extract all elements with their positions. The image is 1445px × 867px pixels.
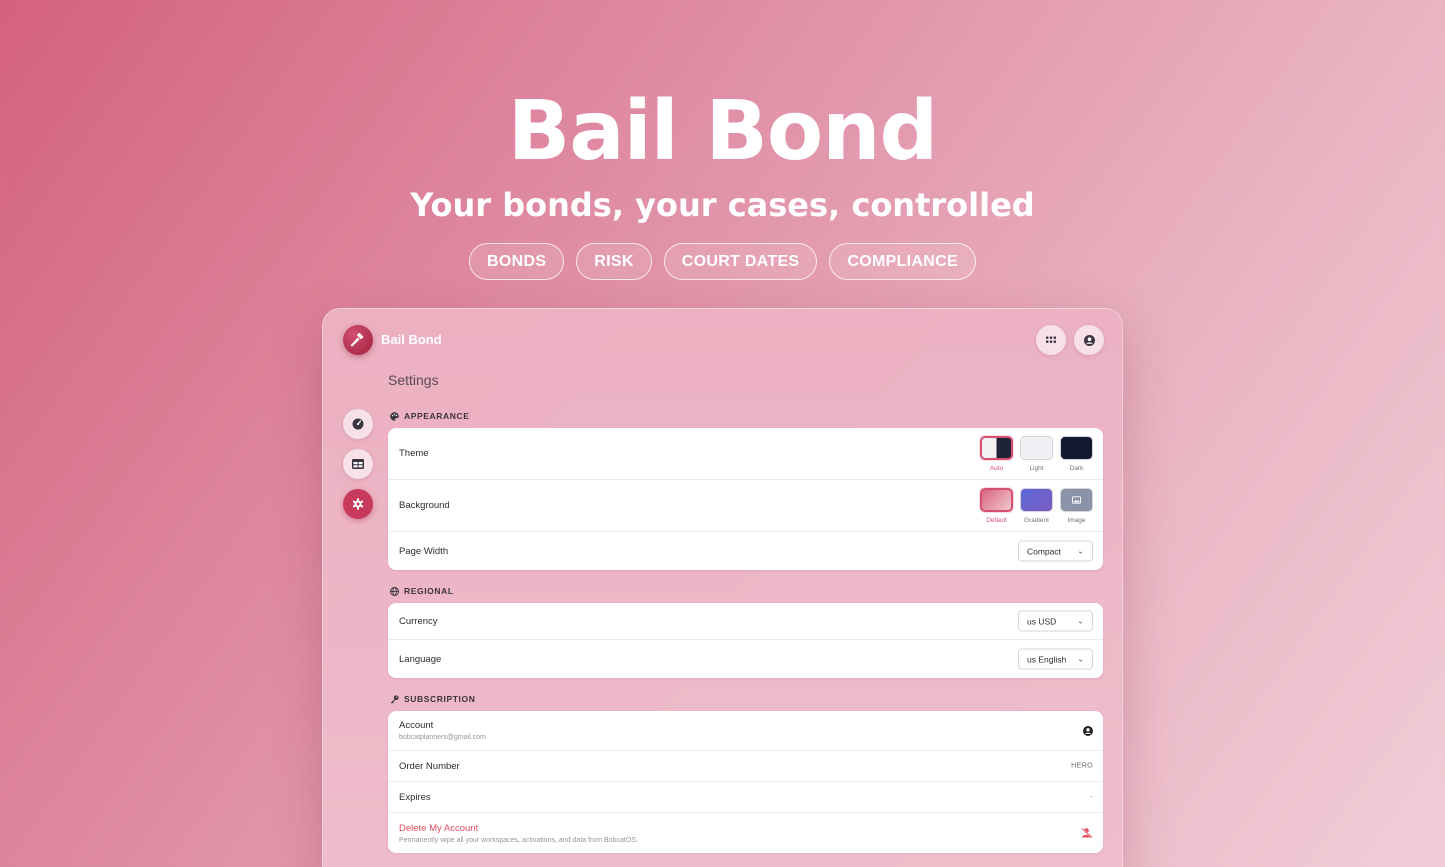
background-option-default[interactable]: Default [980, 487, 1013, 524]
delete-account-label[interactable]: Delete My Account [399, 823, 638, 834]
hero-subtitle: Your bonds, your cases, controlled [410, 186, 1035, 224]
sidebar-item-table[interactable] [343, 449, 373, 479]
expires-row: Expires - [388, 782, 1103, 813]
background-row: Background Default Gradient Image [388, 480, 1103, 532]
theme-option-label: Auto [989, 464, 1004, 472]
regional-card: Currency us USD ⌄ Language us English ⌄ [388, 603, 1103, 678]
background-option-label: Image [1067, 516, 1086, 524]
expires-label: Expires [399, 791, 431, 803]
pill-risk: RISK [576, 243, 652, 280]
chevron-down-icon: ⌄ [1077, 616, 1084, 626]
account-circle-icon [1083, 334, 1095, 346]
page-width-row: Page Width Compact ⌄ [388, 532, 1103, 570]
order-number-label: Order Number [399, 760, 460, 772]
account-circle-icon[interactable] [1083, 725, 1093, 736]
appearance-heading: APPEARANCE [390, 411, 470, 421]
hero-title: Bail Bond [507, 84, 939, 179]
theme-options: Auto Light Dark [980, 435, 1093, 472]
appearance-heading-label: APPEARANCE [404, 411, 470, 421]
feature-pills: BONDS RISK COURT DATES COMPLIANCE [0, 243, 1445, 280]
app-window: Bail Bond Settings APPEARANCE Theme Auto… [322, 308, 1123, 867]
gavel-icon[interactable] [343, 325, 373, 355]
theme-swatch-dark[interactable] [1060, 435, 1093, 460]
currency-row: Currency us USD ⌄ [388, 603, 1103, 640]
apps-grid-icon [1046, 336, 1056, 343]
dashboard-gauge-icon [352, 418, 364, 430]
currency-select[interactable]: us USD ⌄ [1018, 610, 1093, 632]
theme-option-light[interactable]: Light [1020, 435, 1053, 472]
regional-heading-label: REGIONAL [404, 586, 454, 596]
account-label: Account [399, 720, 434, 731]
expires-value: - [1090, 793, 1093, 801]
theme-row: Theme Auto Light Dark [388, 428, 1103, 480]
apps-grid-button[interactable] [1036, 325, 1066, 355]
background-swatch-image[interactable] [1060, 487, 1093, 512]
remove-user-icon[interactable] [1081, 827, 1093, 839]
background-option-label: Default [986, 516, 1007, 524]
theme-swatch-light[interactable] [1020, 435, 1053, 460]
background-label: Background [399, 500, 450, 511]
page-title: Settings [388, 372, 439, 388]
palette-icon [390, 411, 399, 421]
theme-option-auto[interactable]: Auto [980, 435, 1013, 472]
appearance-card: Theme Auto Light Dark Background Default… [388, 428, 1103, 570]
order-number-value: HERO [1071, 762, 1093, 770]
subscription-heading-label: SUBSCRIPTION [404, 694, 476, 704]
chevron-down-icon: ⌄ [1077, 546, 1084, 556]
theme-option-label: Dark [1069, 464, 1084, 472]
page-width-label: Page Width [399, 545, 449, 557]
background-option-image[interactable]: Image [1060, 487, 1093, 524]
page-width-select[interactable]: Compact ⌄ [1018, 540, 1093, 562]
settings-gear-icon [352, 498, 364, 510]
delete-account-row[interactable]: Delete My Account Permanently wipe all y… [388, 813, 1103, 853]
language-select[interactable]: us English ⌄ [1018, 648, 1093, 670]
chevron-down-icon: ⌄ [1077, 654, 1084, 664]
sidebar-item-dashboard[interactable] [343, 409, 373, 439]
sidebar-item-settings[interactable] [343, 489, 373, 519]
table-icon [352, 459, 364, 469]
background-option-gradient[interactable]: Gradient [1020, 487, 1053, 524]
theme-swatch-auto[interactable] [980, 435, 1013, 460]
background-options: Default Gradient Image [980, 487, 1093, 524]
regional-heading: REGIONAL [390, 586, 454, 596]
subscription-card: Account bobcatplanners@gmail.com Order N… [388, 711, 1103, 853]
account-email: bobcatplanners@gmail.com [399, 734, 486, 741]
theme-option-dark[interactable]: Dark [1060, 435, 1093, 472]
background-option-label: Gradient [1024, 516, 1049, 524]
account-row: Account bobcatplanners@gmail.com [388, 711, 1103, 751]
currency-label: Currency [399, 615, 438, 627]
theme-option-label: Light [1029, 464, 1044, 472]
language-label: Language [399, 653, 442, 665]
subscription-heading: SUBSCRIPTION [390, 694, 475, 704]
theme-label: Theme [399, 448, 429, 459]
page-width-value: Compact [1027, 546, 1062, 556]
language-row: Language us English ⌄ [388, 640, 1103, 678]
currency-value: us USD [1027, 616, 1057, 626]
key-icon [390, 694, 399, 704]
delete-account-description: Permanently wipe all your workspaces, ac… [399, 836, 638, 844]
account-button[interactable] [1074, 325, 1104, 355]
pill-compliance: COMPLIANCE [829, 243, 976, 280]
image-icon [1072, 495, 1081, 504]
order-number-row: Order Number HERO [388, 751, 1103, 782]
pill-court-dates: COURT DATES [663, 243, 818, 280]
background-swatch-gradient[interactable] [1020, 487, 1053, 512]
app-name: Bail Bond [381, 332, 442, 347]
background-swatch-default[interactable] [980, 487, 1013, 512]
pill-bonds: BONDS [469, 243, 565, 280]
globe-icon [390, 586, 399, 596]
language-value: us English [1027, 654, 1067, 664]
